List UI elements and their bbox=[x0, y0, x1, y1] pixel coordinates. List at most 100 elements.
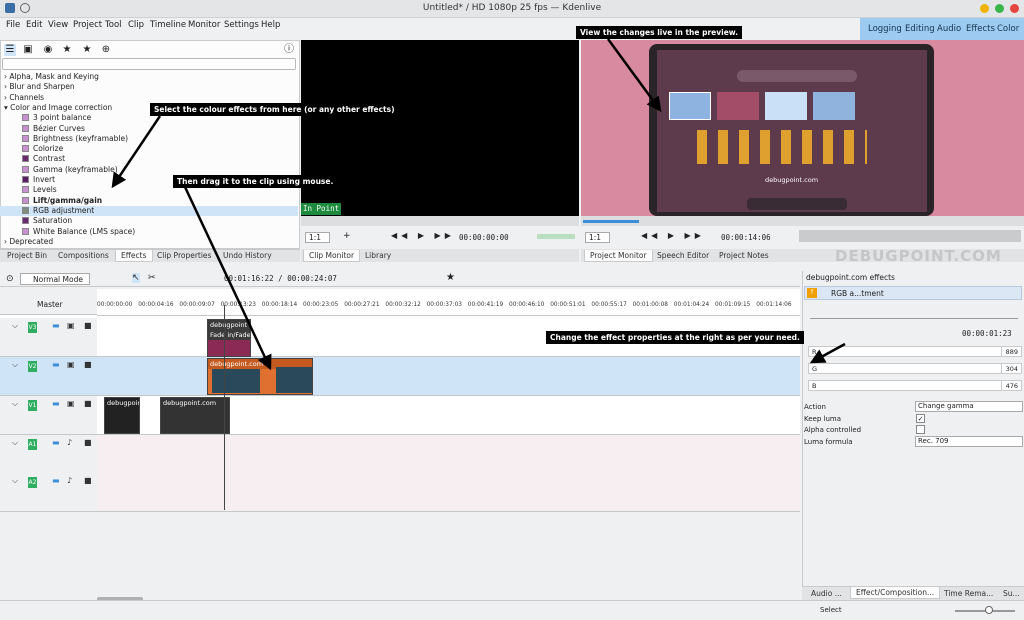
param-value[interactable]: 476 bbox=[1000, 381, 1018, 391]
layout-editing[interactable]: Editing bbox=[905, 24, 935, 34]
tab-undo-history[interactable]: Undo History bbox=[218, 250, 277, 262]
menu-settings[interactable]: Settings bbox=[224, 20, 259, 30]
project-monitor-screen[interactable]: debugpoint.com bbox=[581, 40, 1024, 216]
monitor-icon[interactable]: ▣ bbox=[67, 399, 75, 408]
effect-item[interactable]: Gamma (keyframable) bbox=[22, 165, 118, 175]
clip-v2[interactable]: debugpoint.com bbox=[207, 358, 313, 395]
param-value[interactable]: 304 bbox=[1000, 364, 1018, 374]
folder-icon[interactable]: ▬ bbox=[52, 360, 60, 369]
timeline-ruler[interactable]: 00:00:00:00 00:00:04:16 00:00:09:07 00:00:1… bbox=[97, 298, 800, 316]
menu-monitor[interactable]: Monitor bbox=[188, 20, 220, 30]
track-lane[interactable] bbox=[97, 473, 800, 512]
effect-header[interactable]: f RGB a...tment bbox=[804, 286, 1022, 300]
effect-item[interactable]: Contrast bbox=[22, 154, 65, 164]
effect-item[interactable]: RGB adjustment bbox=[0, 205, 298, 217]
tab-project-monitor[interactable]: Project Monitor bbox=[584, 250, 653, 262]
custom-effects-icon[interactable]: ★ bbox=[61, 44, 73, 56]
minimize-button[interactable] bbox=[980, 4, 989, 13]
menu-timeline[interactable]: Timeline bbox=[150, 20, 186, 30]
effect-item[interactable]: Invert bbox=[22, 175, 55, 185]
effect-item[interactable]: Colorize bbox=[22, 144, 63, 154]
monitor-icon[interactable]: ▣ bbox=[67, 321, 75, 330]
layout-color[interactable]: Color bbox=[997, 24, 1019, 34]
clip-monitor-ruler[interactable] bbox=[301, 216, 579, 226]
project-monitor-ruler[interactable] bbox=[581, 216, 1024, 226]
playback-controls[interactable]: ◀◀ ▶ ▶▶ bbox=[391, 231, 455, 240]
effects-search-input[interactable] bbox=[2, 58, 296, 70]
zoom-in-icon[interactable]: + bbox=[343, 231, 351, 241]
action-select[interactable]: Change gamma bbox=[915, 401, 1023, 412]
tab-library[interactable]: Library bbox=[360, 250, 396, 262]
luma-formula-select[interactable]: Rec. 709 bbox=[915, 436, 1023, 447]
clip-monitor-screen[interactable] bbox=[301, 40, 579, 216]
audio-effects-icon[interactable]: ◉ bbox=[42, 44, 54, 56]
download-icon[interactable]: ⊕ bbox=[100, 44, 112, 56]
favorite-icon[interactable]: ★ bbox=[446, 272, 455, 283]
menu-clip[interactable]: Clip bbox=[128, 20, 144, 30]
alpha-controlled-checkbox[interactable] bbox=[916, 425, 925, 434]
tab-subtitles[interactable]: Su... bbox=[998, 588, 1024, 600]
effect-item[interactable]: White Balance (LMS space) bbox=[22, 227, 135, 237]
menu-view[interactable]: View bbox=[48, 20, 68, 30]
project-playback-controls[interactable]: ◀◀ ▶ ▶▶ bbox=[641, 231, 705, 240]
effect-item[interactable]: Saturation bbox=[22, 216, 72, 226]
track-lane[interactable] bbox=[97, 357, 800, 396]
effect-item[interactable]: Brightness (keyframable) bbox=[22, 134, 128, 144]
clip-v1-b[interactable]: debugpoint.com bbox=[160, 397, 230, 434]
menu-tool[interactable]: Tool bbox=[105, 20, 122, 30]
list-view-icon[interactable]: ☰ bbox=[4, 44, 16, 56]
clip-v1-a[interactable]: debugpoint bbox=[104, 397, 140, 434]
track-lane[interactable] bbox=[97, 435, 800, 474]
tab-effect-composition[interactable]: Effect/Composition... bbox=[850, 587, 941, 599]
info-icon[interactable]: ⓘ bbox=[283, 44, 295, 56]
menu-file[interactable]: File bbox=[6, 20, 20, 30]
lock-icon[interactable]: ■ bbox=[84, 360, 92, 369]
tab-speech-editor[interactable]: Speech Editor bbox=[652, 250, 714, 262]
chevron-down-icon[interactable]: ⌵ bbox=[12, 360, 18, 370]
chevron-down-icon[interactable]: ⌵ bbox=[12, 438, 18, 448]
effect-item[interactable]: 3 point balance bbox=[22, 113, 91, 123]
folder-icon[interactable]: ▬ bbox=[52, 438, 60, 447]
layout-audio[interactable]: Audio bbox=[937, 24, 961, 34]
track-header[interactable]: V1 ⌵ ▬ ▣ ■ bbox=[0, 396, 97, 435]
select-tool-icon[interactable]: ↖ bbox=[132, 273, 140, 283]
effect-category[interactable]: › Alpha, Mask and Keying bbox=[4, 72, 99, 82]
clip-zoom-select[interactable]: 1:1 bbox=[305, 232, 331, 243]
folder-icon[interactable]: ▬ bbox=[52, 399, 60, 408]
folder-icon[interactable]: ▬ bbox=[52, 476, 60, 485]
chevron-down-icon[interactable]: ⌵ bbox=[12, 476, 18, 486]
speaker-icon[interactable]: ♪ bbox=[67, 476, 72, 485]
track-header[interactable]: V2 ⌵ ▬ ▣ ■ bbox=[0, 357, 97, 396]
track-header[interactable]: A2 ⌵ ▬ ♪ ■ bbox=[0, 473, 97, 512]
lock-icon[interactable]: ■ bbox=[84, 476, 92, 485]
tab-compositions[interactable]: Compositions bbox=[53, 250, 114, 262]
param-value[interactable]: 889 bbox=[1000, 347, 1018, 357]
maximize-button[interactable] bbox=[995, 4, 1004, 13]
monitor-icon[interactable]: ▣ bbox=[67, 360, 75, 369]
tab-clip-properties[interactable]: Clip Properties bbox=[152, 250, 216, 262]
playhead[interactable] bbox=[224, 305, 225, 510]
settings-icon[interactable]: ⊙ bbox=[6, 274, 14, 284]
favorites-icon[interactable]: ★ bbox=[81, 44, 93, 56]
menu-project[interactable]: Project bbox=[73, 20, 102, 30]
edit-mode-select[interactable]: Normal Mode bbox=[20, 273, 90, 285]
chevron-down-icon[interactable]: ⌵ bbox=[12, 399, 18, 409]
tab-project-bin[interactable]: Project Bin bbox=[2, 250, 52, 262]
folder-icon[interactable]: ▬ bbox=[52, 321, 60, 330]
effect-category[interactable]: ▾ Color and Image correction bbox=[4, 103, 112, 113]
effect-category[interactable]: › Blur and Sharpen bbox=[4, 82, 75, 92]
lock-icon[interactable]: ■ bbox=[84, 321, 92, 330]
track-header[interactable]: A1 ⌵ ▬ ♪ ■ bbox=[0, 435, 97, 474]
param-b-slider[interactable]: B 476 bbox=[808, 380, 1022, 391]
effect-item[interactable]: Levels bbox=[22, 185, 57, 195]
zoom-slider-handle[interactable] bbox=[985, 606, 993, 614]
keyframe-ruler[interactable] bbox=[810, 307, 1018, 319]
param-g-slider[interactable]: G 304 bbox=[808, 363, 1022, 374]
effect-category[interactable]: › Deprecated bbox=[4, 237, 53, 247]
menu-edit[interactable]: Edit bbox=[26, 20, 42, 30]
effect-timecode[interactable]: 00:00:01:23 bbox=[962, 329, 1012, 338]
lock-icon[interactable]: ■ bbox=[84, 399, 92, 408]
project-zoom-select[interactable]: 1:1 bbox=[585, 232, 611, 243]
layout-logging[interactable]: Logging bbox=[868, 24, 902, 34]
keep-luma-checkbox[interactable]: ✓ bbox=[916, 414, 925, 423]
